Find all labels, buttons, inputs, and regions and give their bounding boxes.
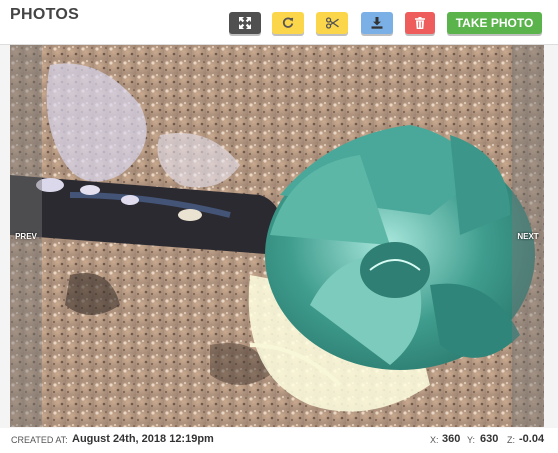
plant-photo [10, 45, 544, 427]
y-value: 630 [480, 433, 499, 445]
next-label: NEXT [517, 231, 539, 241]
photo-meta-footer: CREATED AT: August 24th, 2018 12:19pm X:… [0, 428, 558, 453]
x-label: X: [430, 435, 439, 445]
next-button[interactable]: NEXT [512, 45, 544, 427]
download-icon [371, 17, 383, 29]
z-value: -0.04 [519, 433, 545, 445]
trash-icon [415, 17, 425, 29]
photos-header: PHOTOS TAKE PHOTO [0, 0, 558, 45]
crop-button[interactable] [316, 12, 348, 34]
prev-label: PREV [15, 231, 37, 241]
created-at-label: CREATED AT: [11, 435, 68, 445]
y-label: Y: [467, 435, 476, 445]
rotate-button[interactable] [272, 12, 304, 34]
delete-button[interactable] [405, 12, 435, 34]
download-button[interactable] [361, 12, 393, 34]
scissors-icon [325, 17, 339, 29]
prev-button[interactable]: PREV [10, 45, 42, 427]
take-photo-button[interactable]: TAKE PHOTO [447, 12, 542, 34]
rotate-icon [282, 17, 294, 29]
created-at-value: August 24th, 2018 12:19pm [72, 433, 214, 445]
photo-viewer: PREV NEXT [10, 45, 544, 427]
expand-button[interactable] [229, 12, 261, 34]
page-title: PHOTOS [10, 6, 80, 23]
x-value: 360 [442, 433, 461, 445]
expand-icon [239, 17, 251, 29]
z-label: Z: [507, 435, 515, 445]
